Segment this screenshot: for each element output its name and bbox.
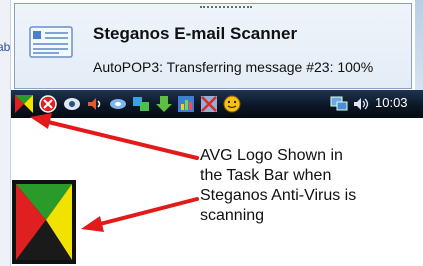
callout-line-2: the Task Bar when [200, 167, 332, 184]
annotation-callout: AVG Logo Shown in the Task Bar when Steg… [200, 146, 420, 226]
network-computer-icon[interactable] [329, 94, 349, 114]
avg-logo-icon[interactable] [14, 94, 34, 114]
background-window-text: ab [0, 40, 11, 54]
email-scanner-icon [29, 26, 73, 58]
media-icon[interactable] [62, 94, 82, 114]
avg-logo-enlarged-icon [12, 180, 76, 264]
popup-message: AutoPOP3: Transferring message #23: 100% [93, 59, 374, 75]
arrow-to-taskbar-icon [30, 113, 199, 160]
background-window-edge [415, 0, 423, 95]
background-window-fragment: ab [0, 0, 11, 266]
volume-icon[interactable] [351, 94, 371, 114]
no-entry-icon[interactable] [199, 94, 219, 114]
notification-popup[interactable]: Steganos E-mail Scanner AutoPOP3: Transf… [14, 3, 412, 89]
download-icon[interactable] [154, 94, 174, 114]
callout-line-4: scanning [200, 207, 265, 224]
taskbar-tray: 10:03 [11, 90, 423, 118]
smiley-icon[interactable] [222, 94, 242, 114]
popup-drag-grip[interactable] [200, 6, 252, 12]
bluetooth-icon[interactable] [131, 94, 151, 114]
network-icon[interactable] [108, 94, 128, 114]
shield-stop-icon[interactable] [38, 94, 58, 114]
speaker-icon[interactable] [84, 94, 104, 114]
chart-icon[interactable] [176, 94, 196, 114]
callout-line-1: AVG Logo Shown in [200, 147, 343, 164]
arrow-to-enlarged-logo [81, 197, 199, 232]
callout-line-3: Steganos Anti-Virus is [200, 187, 357, 204]
popup-title: Steganos E-mail Scanner [93, 24, 298, 43]
taskbar-clock[interactable]: 10:03 [375, 95, 408, 110]
